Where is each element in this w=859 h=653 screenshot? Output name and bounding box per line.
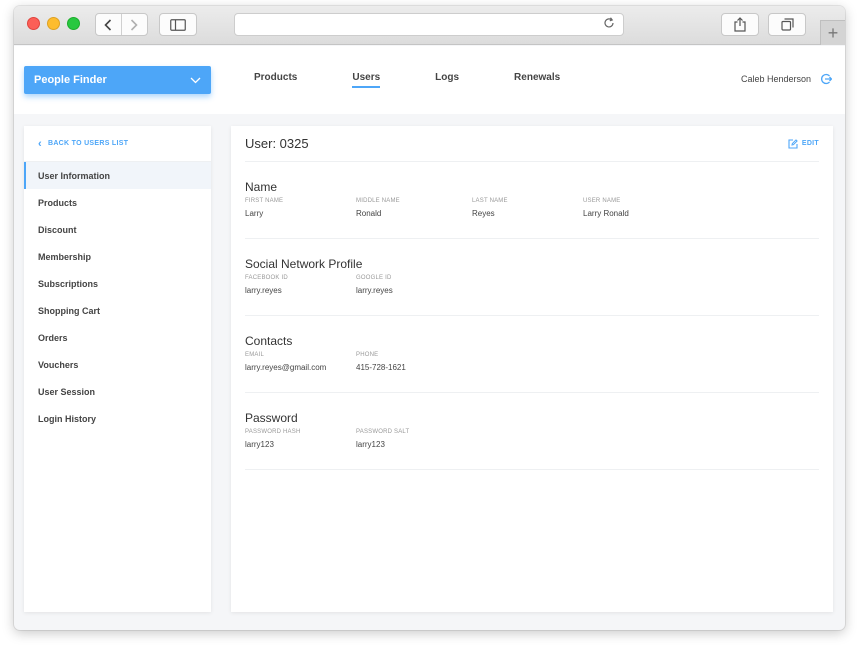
address-bar[interactable] — [234, 13, 624, 36]
field-label: FIRST NAME — [245, 198, 284, 204]
logout-icon[interactable] — [820, 73, 832, 85]
field-phone: PHONE 415-728-1621 — [356, 352, 472, 372]
field-first-name: FIRST NAME Larry — [245, 198, 356, 218]
edit-icon — [788, 138, 798, 149]
show-sidebar-button[interactable] — [159, 13, 197, 36]
field-value: larry.reyes — [245, 286, 282, 295]
forward-button[interactable] — [122, 14, 147, 35]
field-value: Ronald — [356, 209, 382, 218]
nav-tab-users[interactable]: Users — [352, 72, 380, 88]
back-button[interactable] — [96, 14, 122, 35]
field-last-name: LAST NAME Reyes — [472, 198, 583, 218]
field-label: PHONE — [356, 352, 379, 358]
chevron-left-icon — [104, 18, 112, 31]
field-label: GOOGLE ID — [356, 275, 392, 281]
field-label: FACEBOOK ID — [245, 275, 288, 281]
field-value: Reyes — [472, 209, 495, 218]
field-value: larry123 — [356, 440, 385, 449]
field-value: Larry — [245, 209, 264, 218]
page-title: User: 0325 — [245, 136, 309, 151]
sidebar-item-user-session[interactable]: User Session — [24, 378, 211, 405]
sidebar-item-products[interactable]: Products — [24, 189, 211, 216]
plus-icon: + — [827, 22, 839, 43]
sidebar-item-subscriptions[interactable]: Subscriptions — [24, 270, 211, 297]
chevron-right-icon — [131, 18, 138, 31]
field-value: 415-728-1621 — [356, 363, 406, 372]
sidebar-item-login-history[interactable]: Login History — [24, 405, 211, 432]
field-facebook-id: FACEBOOK ID larry.reyes — [245, 275, 356, 295]
sidebar-item-orders[interactable]: Orders — [24, 324, 211, 351]
user-sidebar: ‹ BACK TO USERS LIST User Information Pr… — [24, 126, 211, 612]
section-password: Password PASSWORD HASH larry123 PASSWORD… — [245, 393, 819, 470]
field-middle-name: MIDDLE NAME Ronald — [356, 198, 472, 218]
section-title: Password — [245, 411, 298, 425]
user-area: Caleb Henderson — [741, 73, 832, 85]
field-value: larry.reyes@gmail.com — [245, 363, 327, 372]
minimize-window-button[interactable] — [47, 17, 60, 30]
sidebar-item-user-information[interactable]: User Information — [24, 162, 211, 189]
reload-icon[interactable] — [603, 17, 615, 32]
user-detail-panel: User: 0325 EDIT Name FIRST NAME Larry MI… — [231, 126, 833, 612]
section-contacts: Contacts EMAIL larry.reyes@gmail.com PHO… — [245, 316, 819, 393]
nav-tab-renewals[interactable]: Renewals — [514, 72, 560, 88]
sidebar-item-vouchers[interactable]: Vouchers — [24, 351, 211, 378]
show-tabs-button[interactable] — [768, 13, 806, 36]
nav-tab-products[interactable]: Products — [254, 72, 297, 88]
sidebar-icon — [170, 18, 186, 31]
section-title: Name — [245, 180, 278, 194]
field-label: PASSWORD HASH — [245, 429, 301, 435]
field-password-salt: PASSWORD SALT larry123 — [356, 429, 472, 449]
app-header: People Finder Products Users Logs Renewa… — [14, 46, 845, 114]
share-icon — [734, 17, 746, 32]
nav-tab-logs[interactable]: Logs — [435, 72, 459, 88]
tabs-icon — [780, 18, 794, 31]
edit-button[interactable]: EDIT — [788, 138, 819, 149]
field-value: Larry Ronald — [583, 209, 629, 218]
field-value: larry.reyes — [356, 286, 393, 295]
back-to-users-link[interactable]: ‹ BACK TO USERS LIST — [24, 126, 211, 162]
sidebar-item-discount[interactable]: Discount — [24, 216, 211, 243]
section-social-network-profile: Social Network Profile FACEBOOK ID larry… — [245, 239, 819, 316]
history-nav-group — [95, 13, 148, 36]
field-label: PASSWORD SALT — [356, 429, 410, 435]
chevron-down-icon — [190, 77, 201, 83]
field-value: larry123 — [245, 440, 274, 449]
zoom-window-button[interactable] — [67, 17, 80, 30]
browser-window: + People Finder Products Users Logs Rene… — [14, 6, 845, 630]
app-selector-dropdown[interactable]: People Finder — [24, 66, 211, 94]
share-button[interactable] — [721, 13, 759, 36]
field-label: EMAIL — [245, 352, 265, 358]
sidebar-item-shopping-cart[interactable]: Shopping Cart — [24, 297, 211, 324]
field-google-id: GOOGLE ID larry.reyes — [356, 275, 472, 295]
sidebar-item-membership[interactable]: Membership — [24, 243, 211, 270]
app-selector-label: People Finder — [34, 74, 107, 86]
panel-header: User: 0325 EDIT — [245, 126, 819, 162]
browser-toolbar: + — [14, 6, 845, 45]
close-window-button[interactable] — [27, 17, 40, 30]
chevron-left-icon: ‹ — [38, 137, 42, 150]
field-label: MIDDLE NAME — [356, 198, 400, 204]
field-email: EMAIL larry.reyes@gmail.com — [245, 352, 356, 372]
section-title: Social Network Profile — [245, 257, 363, 271]
section-name: Name FIRST NAME Larry MIDDLE NAME Ronald… — [245, 162, 819, 239]
section-title: Contacts — [245, 334, 293, 348]
edit-label: EDIT — [801, 140, 819, 147]
field-label: LAST NAME — [472, 198, 508, 204]
field-label: USER NAME — [583, 198, 621, 204]
field-user-name: USER NAME Larry Ronald — [583, 198, 694, 218]
back-to-users-label: BACK TO USERS LIST — [47, 140, 129, 147]
current-user-name: Caleb Henderson — [740, 74, 811, 84]
main-nav: Products Users Logs Renewals — [254, 72, 615, 88]
new-tab-button[interactable]: + — [820, 20, 845, 45]
field-password-hash: PASSWORD HASH larry123 — [245, 429, 356, 449]
